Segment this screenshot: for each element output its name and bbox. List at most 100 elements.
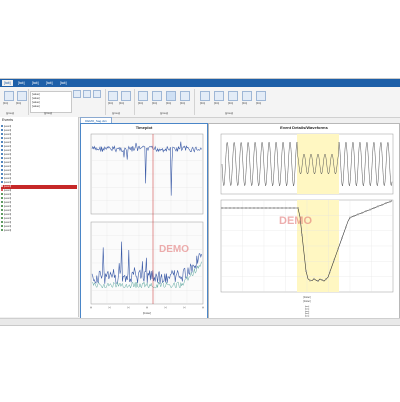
- event-list-item-label: [event]: [4, 141, 12, 144]
- ribbon-group-label-3: [group]: [112, 112, 121, 115]
- event-status-icon: [1, 165, 3, 168]
- ribbon-group-label-4: [group]: [160, 112, 169, 115]
- ribbon-button-4[interactable]: [121, 91, 131, 101]
- ribbon-button-6[interactable]: [152, 91, 162, 101]
- events-panel-title: Events: [2, 118, 13, 122]
- ribbon-button-1[interactable]: [4, 91, 14, 101]
- ribbon-group-label-2: [group]: [44, 112, 53, 115]
- rms-marker: [281, 207, 283, 209]
- event-list-item-label: [event]: [4, 133, 12, 136]
- rms-marker: [249, 207, 251, 209]
- event-details-table: [row][row][row][row][row]: [305, 306, 310, 318]
- ribbon-small-button-2[interactable]: [83, 90, 91, 98]
- event-details-svg: DEMO [footer] [footer] [row][row][row][r…: [220, 133, 394, 318]
- ribbon-button-3[interactable]: [108, 91, 118, 101]
- ribbon-tab-bar: [tab] [tab] [tab] [tab] [tab]: [0, 79, 400, 87]
- event-status-icon: [1, 129, 3, 132]
- event-list-item-label: [event]: [4, 129, 12, 132]
- event-status-icon: [1, 125, 3, 128]
- ribbon-button-10[interactable]: [214, 91, 224, 101]
- rms-marker: [305, 270, 307, 272]
- rms-marker: [225, 207, 227, 209]
- event-list-item-label: [event]: [4, 157, 12, 160]
- rms-marker: [353, 215, 355, 217]
- rms-marker: [313, 277, 315, 280]
- ribbon-small-button-3[interactable]: [93, 90, 101, 98]
- rms-marker: [325, 278, 327, 281]
- timeplot-x-tick: [x]: [202, 307, 205, 309]
- event-list-item-label: [event]: [4, 213, 12, 216]
- rms-marker: [345, 225, 347, 228]
- ribbon-button-9[interactable]: [200, 91, 210, 101]
- ribbon-button-12-label: [btn]: [242, 102, 248, 105]
- event-details-pane[interactable]: Event Details/Waveforms DEMO [footer] [f…: [208, 123, 400, 319]
- ribbon-tab-3[interactable]: [tab]: [30, 80, 41, 86]
- timeplot-x-tick: [x]: [165, 307, 168, 309]
- ribbon-button-5-label: [btn]: [138, 102, 144, 105]
- event-status-icon: [1, 197, 3, 200]
- timeline-list[interactable]: [value] [value] [value] [value]: [30, 91, 72, 113]
- timeplot-pane[interactable]: Timeplot DEMO [footer] [x] [x] [x] [x] [x] [x…: [80, 123, 208, 319]
- ribbon-button-8-label: [btn]: [180, 102, 186, 105]
- timeplot-footer: [footer]: [143, 311, 151, 315]
- ribbon-button-1-label: [btn]: [3, 102, 9, 105]
- timeplot-svg: DEMO [footer] [x] [x] [x] [x] [x] [x] [x]: [90, 133, 205, 315]
- ribbon-small-button-1[interactable]: [73, 90, 81, 98]
- event-list-item-label: [event]: [4, 205, 12, 208]
- rms-marker: [293, 207, 295, 209]
- timeplot-x-ticks: [x] [x] [x] [x] [x] [x] [x]: [90, 307, 205, 309]
- event-status-icon: [1, 201, 3, 204]
- ribbon-tab-1[interactable]: [tab]: [2, 80, 13, 86]
- event-status-icon: [1, 229, 3, 232]
- ribbon-separator: [105, 89, 106, 115]
- ribbon-button-5[interactable]: [138, 91, 148, 101]
- rms-marker: [261, 207, 263, 209]
- ribbon-button-2[interactable]: [17, 91, 27, 101]
- event-list-item-label: [event]: [4, 189, 12, 192]
- ribbon-tab-5[interactable]: [tab]: [58, 80, 69, 86]
- event-list-item-label: [event]: [4, 137, 12, 140]
- rms-marker: [321, 279, 323, 281]
- ribbon-button-2-label: [btn]: [16, 102, 22, 105]
- rms-marker: [361, 211, 363, 214]
- event-list-item[interactable]: [event]: [1, 229, 77, 233]
- event-list-item-label: [event]: [4, 193, 12, 196]
- timeplot-x-tick: [x]: [109, 307, 112, 309]
- ribbon-button-11[interactable]: [228, 91, 238, 101]
- event-list-item-label: [event]: [4, 145, 12, 148]
- rms-marker: [357, 213, 359, 216]
- ribbon-tab-4[interactable]: [tab]: [44, 80, 55, 86]
- ribbon-button-3-label: [btn]: [108, 102, 114, 105]
- event-list-item-label: [event]: [4, 217, 12, 220]
- ribbon-button-8[interactable]: [180, 91, 190, 101]
- event-list-item-label: [event]: [4, 209, 12, 212]
- event-list-item-label: [event]: [4, 221, 12, 224]
- event-status-icon: [1, 141, 3, 144]
- rms-marker: [385, 202, 387, 205]
- ribbon-button-12[interactable]: [242, 91, 252, 101]
- event-status-icon: [1, 137, 3, 140]
- rms-marker: [277, 207, 279, 209]
- event-status-icon: [1, 161, 3, 164]
- rms-marker: [349, 216, 351, 219]
- event-list-item-label: [event]: [4, 177, 12, 180]
- rms-marker: [337, 248, 339, 251]
- ribbon-button-11-label: [btn]: [228, 102, 234, 105]
- timeline-line-4[interactable]: [value]: [32, 105, 70, 109]
- event-status-icon: [1, 213, 3, 216]
- event-list-item-label: [event]: [4, 173, 12, 176]
- event-status-icon: [1, 221, 3, 224]
- event-status-icon: [1, 157, 3, 160]
- rms-marker: [241, 207, 243, 209]
- event-status-icon: [1, 189, 3, 192]
- ribbon-button-4-label: [btn]: [119, 102, 125, 105]
- ribbon-button-7[interactable]: [166, 91, 176, 101]
- event-status-icon: [1, 177, 3, 180]
- rms-marker: [301, 234, 303, 236]
- event-status-icon: [1, 133, 3, 136]
- event-status-icon: [1, 149, 3, 152]
- event-details-watermark: DEMO: [279, 215, 312, 227]
- ribbon-tab-2[interactable]: [tab]: [16, 80, 27, 86]
- ribbon-button-7-label: [btn]: [166, 102, 172, 105]
- ribbon-button-13[interactable]: [256, 91, 266, 101]
